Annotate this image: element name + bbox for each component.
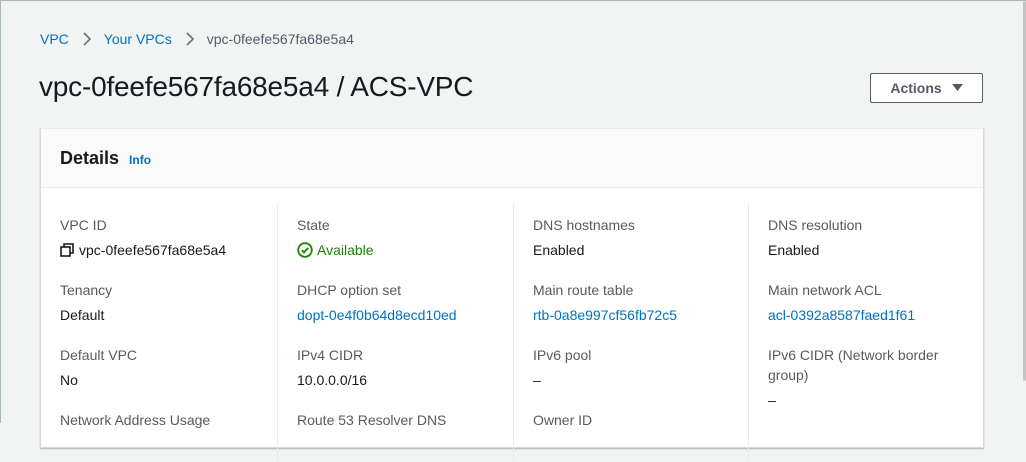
chevron-right-icon: [185, 32, 195, 46]
field-value: Enabled: [768, 242, 820, 258]
field-default-vpc: Default VPC No: [60, 345, 276, 390]
field-ipv6-cidr: IPv6 CIDR (Network border group) –: [768, 345, 968, 410]
details-grid: VPC ID vpc-0feefe567fa68e5a4 Tenancy Def…: [41, 202, 983, 462]
details-column-2: State Available DHCP option set dopt-0e4…: [277, 202, 533, 462]
field-label: DHCP option set: [297, 282, 402, 298]
field-state: State Available: [297, 215, 533, 260]
field-label: Owner ID: [533, 412, 593, 428]
details-panel: Details Info VPC ID vpc-0feefe567fa68e5a…: [40, 128, 984, 462]
field-route53-resolver-dns: Route 53 Resolver DNS: [297, 410, 533, 430]
breadcrumb-vpc[interactable]: VPC: [40, 31, 69, 47]
field-label: IPv6 pool: [533, 347, 592, 363]
field-value: –: [533, 372, 541, 388]
field-label: DNS hostnames: [533, 217, 635, 233]
field-value: No: [60, 372, 78, 388]
breadcrumb-your-vpcs[interactable]: Your VPCs: [104, 31, 172, 47]
main-route-table-link[interactable]: rtb-0a8e997cf56fb72c5: [533, 305, 768, 325]
field-main-route-table: Main route table rtb-0a8e997cf56fb72c5: [533, 280, 768, 325]
copy-icon[interactable]: [60, 243, 74, 257]
check-circle-icon: [297, 242, 313, 258]
breadcrumb-current: vpc-0feefe567fa68e5a4: [206, 31, 354, 47]
field-label: IPv4 CIDR: [297, 347, 364, 363]
field-tenancy: Tenancy Default: [60, 280, 276, 325]
status-badge: Available: [297, 240, 533, 260]
details-title: Details: [60, 147, 120, 168]
dhcp-option-set-link[interactable]: dopt-0e4f0b64d8ecd10ed: [297, 305, 533, 325]
details-column-4: DNS resolution Enabled Main network ACL …: [748, 202, 968, 462]
info-link[interactable]: Info: [129, 153, 151, 167]
status-text: Available: [317, 242, 374, 258]
field-dns-resolution: DNS resolution Enabled: [768, 215, 968, 260]
field-value: Enabled: [533, 242, 585, 258]
field-label: IPv6 CIDR (Network border group): [768, 347, 939, 383]
actions-button[interactable]: Actions: [870, 73, 983, 103]
chevron-right-icon: [82, 32, 92, 46]
field-label: Default VPC: [60, 347, 138, 363]
field-label: DNS resolution: [768, 217, 863, 233]
field-dns-hostnames: DNS hostnames Enabled: [533, 215, 768, 260]
field-value: vpc-0feefe567fa68e5a4: [79, 242, 227, 258]
field-network-address-usage: Network Address Usage: [60, 410, 276, 430]
breadcrumb: VPC Your VPCs vpc-0feefe567fa68e5a4: [40, 30, 354, 48]
field-label: Tenancy: [60, 282, 113, 298]
details-column-1: VPC ID vpc-0feefe567fa68e5a4 Tenancy Def…: [60, 202, 276, 462]
field-value: –: [768, 392, 776, 408]
field-value: Default: [60, 307, 105, 323]
field-value-row: vpc-0feefe567fa68e5a4: [60, 240, 276, 260]
field-label: State: [297, 217, 330, 233]
page-title: vpc-0feefe567fa68e5a4 / ACS-VPC: [39, 71, 474, 102]
field-label: Route 53 Resolver DNS: [297, 412, 447, 428]
actions-button-label: Actions: [890, 80, 942, 96]
caret-down-icon: [951, 84, 963, 92]
main-network-acl-link[interactable]: acl-0392a8587faed1f61: [768, 305, 968, 325]
field-dhcp-option-set: DHCP option set dopt-0e4f0b64d8ecd10ed: [297, 280, 533, 325]
page-scrollbar[interactable]: [1022, 1, 1026, 424]
field-value: 10.0.0.0/16: [297, 372, 368, 388]
field-ipv6-pool: IPv6 pool –: [533, 345, 768, 390]
field-label: Main route table: [533, 282, 634, 298]
field-main-network-acl: Main network ACL acl-0392a8587faed1f61: [768, 280, 968, 325]
field-label: Network Address Usage: [60, 412, 211, 428]
field-vpc-id: VPC ID vpc-0feefe567fa68e5a4: [60, 215, 276, 260]
field-ipv4-cidr: IPv4 CIDR 10.0.0.0/16: [297, 345, 533, 390]
details-column-3: DNS hostnames Enabled Main route table r…: [513, 202, 768, 462]
field-label: VPC ID: [60, 217, 107, 233]
field-owner-id: Owner ID: [533, 410, 768, 430]
field-label: Main network ACL: [768, 282, 882, 298]
details-header: Details Info: [41, 129, 983, 188]
